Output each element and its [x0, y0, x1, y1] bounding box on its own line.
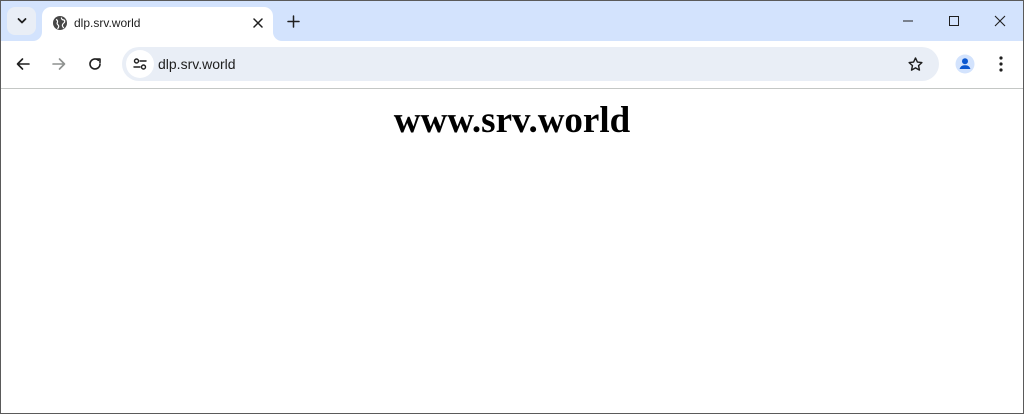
maximize-icon: [949, 16, 959, 26]
back-button[interactable]: [9, 50, 37, 78]
window-close-button[interactable]: [977, 1, 1023, 41]
person-icon: [955, 54, 975, 74]
arrow-right-icon: [52, 58, 66, 70]
tab-active[interactable]: dlp.srv.world: [42, 7, 273, 41]
omnibox[interactable]: [122, 47, 939, 81]
close-icon: [994, 15, 1006, 27]
toolbar: [1, 41, 1023, 89]
profile-button[interactable]: [952, 51, 978, 77]
star-icon: [907, 56, 923, 71]
bookmark-button[interactable]: [902, 51, 928, 77]
browser-window: dlp.srv.world dlp.srv.world www.srv.worl…: [0, 0, 1024, 414]
forward-button[interactable]: [45, 50, 73, 78]
menu-button[interactable]: [989, 51, 1013, 77]
site-info-button[interactable]: [126, 50, 154, 78]
tune-icon: [133, 58, 147, 70]
tab-close-button[interactable]: [248, 13, 268, 33]
address-bar-input[interactable]: [158, 47, 898, 81]
new-tab-button[interactable]: [282, 10, 304, 32]
close-icon: [253, 18, 263, 28]
tab-strip: dlp.srv.world: [1, 1, 1023, 41]
reload-icon: [89, 58, 101, 70]
minimize-icon: [903, 20, 913, 22]
minimize-button[interactable]: [885, 1, 931, 41]
more-vert-icon: [999, 56, 1003, 72]
tab-search-button[interactable]: [7, 7, 36, 35]
reload-button[interactable]: [81, 50, 109, 78]
plus-icon: [286, 14, 300, 28]
arrow-left-icon: [16, 58, 30, 70]
page-heading: www.srv.world: [393, 100, 631, 141]
chevron-down-icon: [17, 18, 26, 24]
globe-icon: [53, 16, 67, 30]
page-content: www.srv.world: [1, 89, 1023, 413]
maximize-button[interactable]: [931, 1, 977, 41]
tab-title: dlp.srv.world: [74, 16, 141, 30]
